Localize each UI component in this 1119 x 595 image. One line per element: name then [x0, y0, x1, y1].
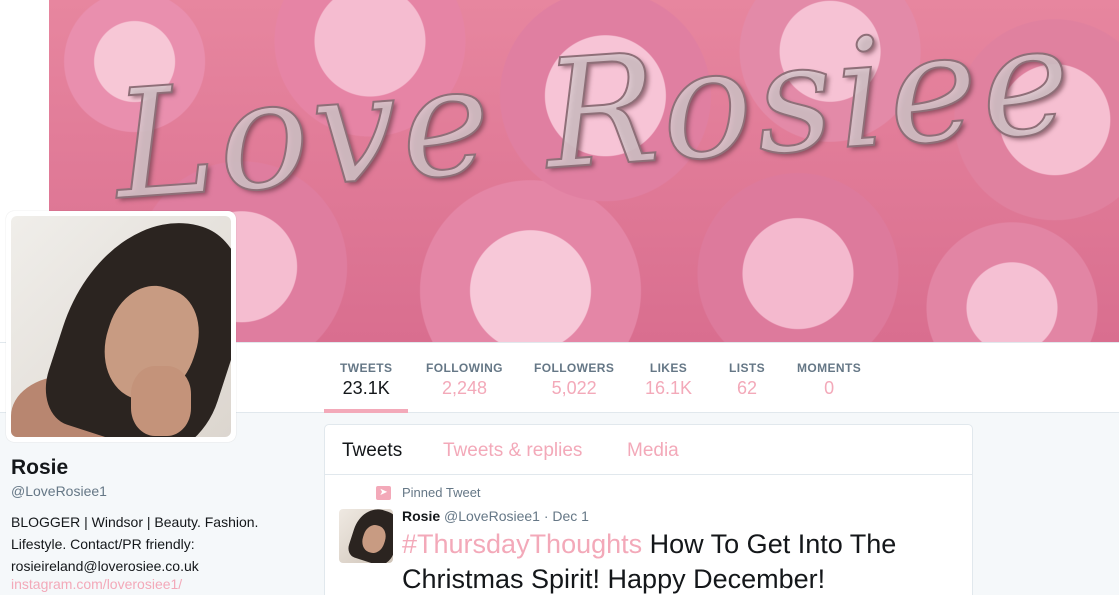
stat-label: LIKES [649, 361, 688, 375]
profile-handle[interactable]: @LoveRosiee1 [11, 483, 107, 499]
tweet-date[interactable]: · Dec 1 [544, 508, 589, 524]
tab-tweets[interactable]: Tweets [342, 440, 402, 462]
stat-value: 16.1K [645, 378, 693, 398]
stat-followers[interactable]: FOLLOWERS 5,022 [518, 343, 630, 413]
bio-line: rosieireland@loverosiee.co.uk [11, 558, 199, 574]
tab-media[interactable]: Media [627, 440, 679, 462]
tweet-text: #ThursdayThoughts How To Get Into The Ch… [402, 527, 962, 595]
tweet-header: Rosie @LoveRosiee1 · Dec 1 [402, 508, 589, 524]
stat-value: 62 [736, 378, 758, 398]
tab-tweets-and-replies[interactable]: Tweets & replies [443, 440, 582, 462]
stat-likes[interactable]: LIKES 16.1K [629, 343, 708, 413]
profile-avatar[interactable] [6, 211, 236, 442]
tweet-author-name[interactable]: Rosie [402, 508, 440, 524]
stat-value: 0 [824, 378, 835, 398]
stat-tweets[interactable]: TWEETS 23.1K [324, 343, 409, 413]
pinned-tweet-label: Pinned Tweet [402, 485, 481, 500]
timeline-tabs: Tweets Tweets & replies Media [325, 425, 972, 475]
bio-line: Lifestyle. Contact/PR friendly: [11, 536, 195, 552]
stat-label: TWEETS [340, 361, 393, 375]
profile-bio: BLOGGER | Windsor | Beauty. Fashion. Lif… [11, 511, 311, 577]
stat-following[interactable]: FOLLOWING 2,248 [410, 343, 519, 413]
bio-line: BLOGGER | Windsor | Beauty. Fashion. [11, 514, 259, 530]
stat-value: 2,248 [441, 378, 487, 398]
stat-value: 23.1K [342, 378, 390, 398]
tweet-hashtag-link[interactable]: #ThursdayThoughts [402, 529, 642, 559]
pin-icon: ➤ [376, 486, 391, 500]
profile-name[interactable]: Rosie [11, 456, 68, 480]
stat-label: FOLLOWERS [534, 361, 615, 375]
tweet-author-avatar[interactable] [339, 509, 393, 563]
stat-label: FOLLOWING [426, 361, 503, 375]
stat-label: LISTS [729, 361, 766, 375]
banner-title-text: Love Rosiee [108, 0, 1081, 235]
stat-label: MOMENTS [797, 361, 862, 375]
tweet-author-handle[interactable]: @LoveRosiee1 [444, 508, 540, 524]
stat-moments[interactable]: MOMENTS 0 [781, 343, 877, 413]
profile-website-link[interactable]: instagram.com/loverosiee1/ [11, 576, 182, 592]
timeline-panel: Tweets Tweets & replies Media ➤ Pinned T… [324, 424, 973, 595]
stat-value: 5,022 [551, 378, 597, 398]
stat-lists[interactable]: LISTS 62 [713, 343, 781, 413]
avatar-image [11, 216, 231, 437]
